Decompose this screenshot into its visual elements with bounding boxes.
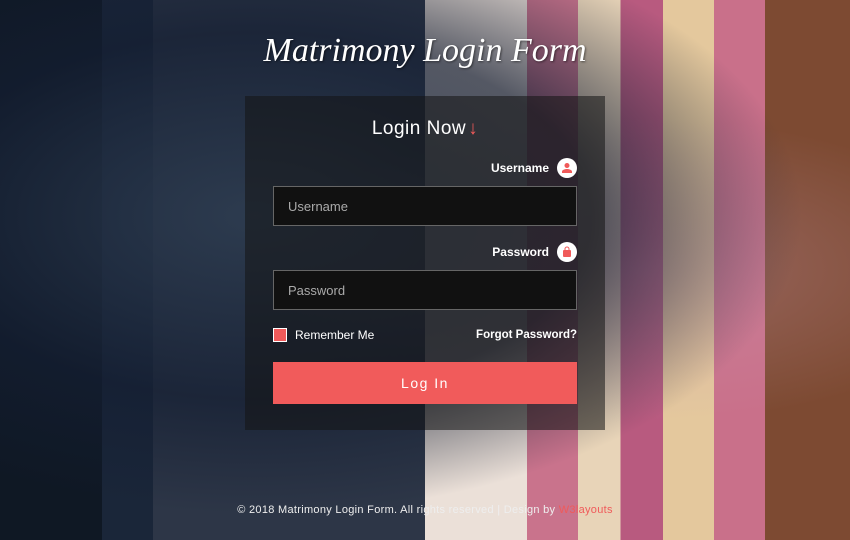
options-row: Remember Me Forgot Password?	[273, 328, 577, 342]
footer: © 2018 Matrimony Login Form. All rights …	[0, 504, 850, 516]
username-label-row: Username	[273, 158, 577, 178]
remember-me-checkbox[interactable]: Remember Me	[273, 328, 374, 342]
forgot-password-link[interactable]: Forgot Password?	[476, 329, 577, 341]
username-input[interactable]	[273, 186, 577, 226]
password-label-row: Password	[273, 242, 577, 262]
panel-heading-text: Login Now	[372, 118, 466, 139]
login-button[interactable]: Log In	[273, 362, 577, 404]
footer-link[interactable]: W3layouts	[559, 504, 613, 516]
lock-icon	[557, 242, 577, 262]
page-title: Matrimony Login Form	[264, 32, 587, 70]
panel-heading: Login Now↓	[273, 118, 577, 140]
user-icon	[557, 158, 577, 178]
remember-label: Remember Me	[295, 328, 374, 342]
page-container: Matrimony Login Form Login Now↓ Username…	[0, 0, 850, 540]
username-label: Username	[491, 161, 549, 175]
password-label: Password	[492, 245, 549, 259]
password-input[interactable]	[273, 270, 577, 310]
arrow-down-icon: ↓	[468, 118, 478, 139]
login-panel: Login Now↓ Username Password Remember Me…	[245, 96, 605, 430]
footer-text: © 2018 Matrimony Login Form. All rights …	[237, 504, 559, 516]
checkbox-icon	[273, 328, 287, 342]
